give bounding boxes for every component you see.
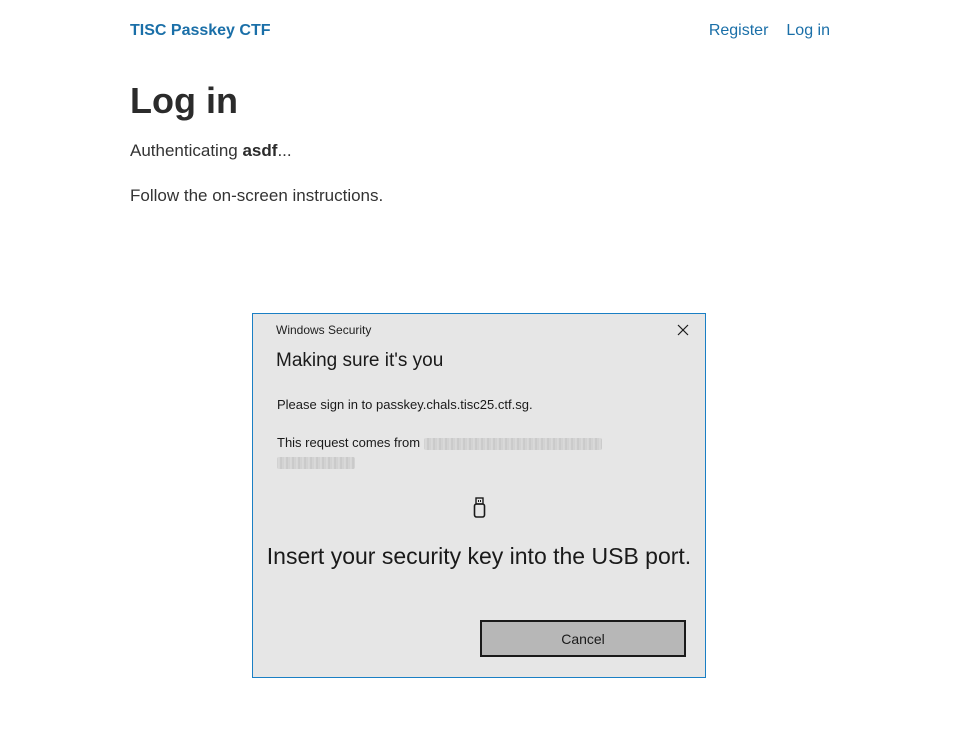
redacted-origin	[423, 437, 602, 450]
close-icon[interactable]	[675, 322, 691, 338]
request-origin: This request comes from	[277, 434, 677, 470]
windows-security-dialog: Windows Security Making sure it's you Pl…	[252, 313, 706, 678]
brand-link[interactable]: TISC Passkey CTF	[130, 22, 271, 40]
register-link[interactable]: Register	[709, 22, 769, 40]
request-origin-label: This request comes from	[277, 435, 424, 450]
redacted-origin	[277, 456, 355, 469]
auth-suffix: ...	[277, 141, 292, 160]
instructions-text: Follow the on-screen instructions.	[130, 186, 384, 205]
signin-message: Please sign in to passkey.chals.tisc25.c…	[277, 397, 533, 412]
page: TISC Passkey CTF Register Log in Log in …	[0, 0, 961, 734]
insert-key-message: Insert your security key into the USB po…	[266, 543, 692, 569]
auth-prefix: Authenticating	[130, 141, 243, 160]
username: asdf	[242, 141, 278, 160]
authenticating-status: Authenticating asdf...	[130, 141, 292, 161]
dialog-heading: Making sure it's you	[276, 350, 444, 371]
login-link[interactable]: Log in	[786, 22, 830, 40]
usb-security-key-icon	[472, 496, 488, 520]
cancel-button[interactable]: Cancel	[480, 620, 686, 657]
page-title: Log in	[130, 80, 238, 121]
dialog-window-title: Windows Security	[276, 323, 372, 337]
top-nav: Register Log in	[709, 22, 830, 40]
